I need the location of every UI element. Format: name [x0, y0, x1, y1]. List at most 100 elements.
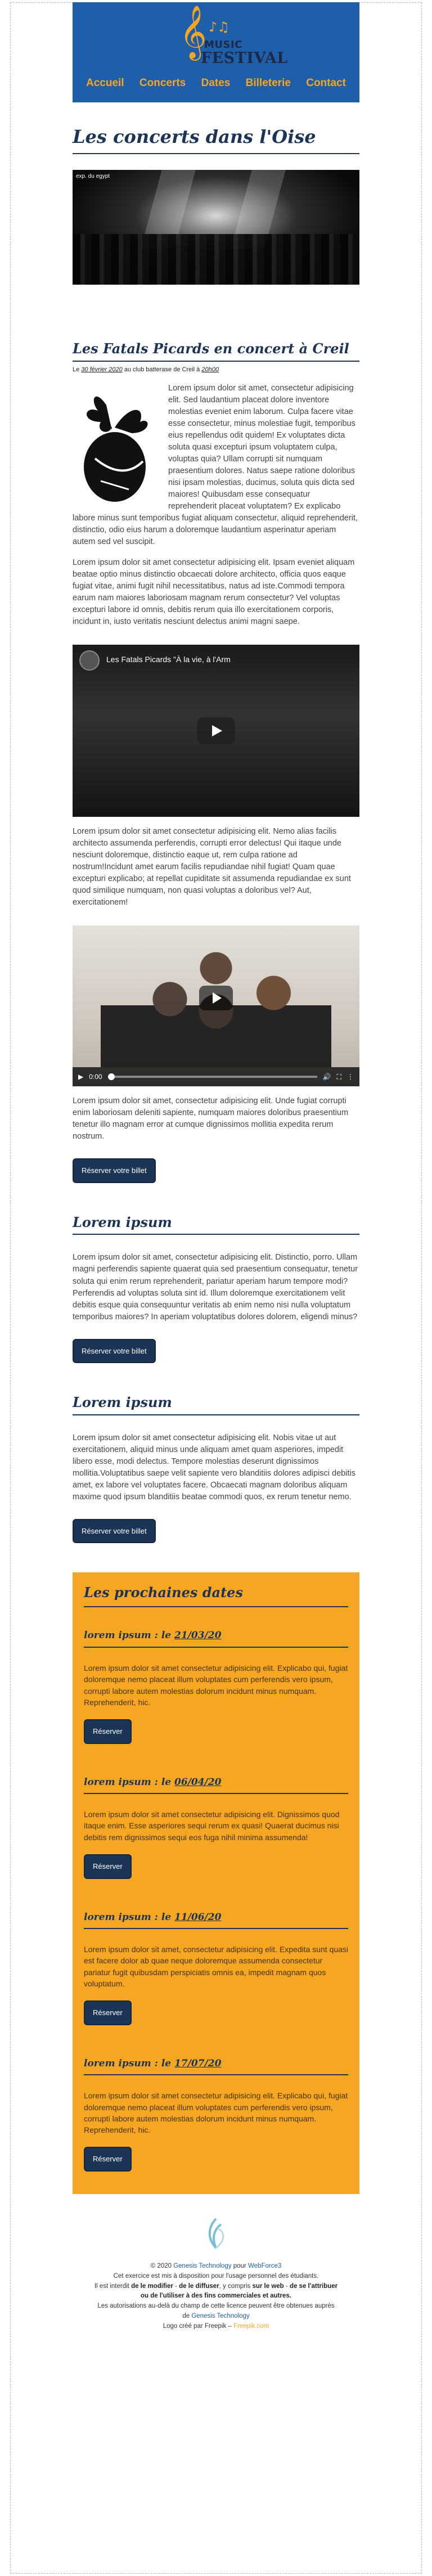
- nav-link-dates[interactable]: Dates: [201, 75, 231, 92]
- section-lorem-2: Lorem ipsum Lorem ipsum dolor sit amet c…: [73, 1394, 359, 1544]
- hero-caption: exp. du egypt: [76, 173, 110, 180]
- main-nav: Accueil Concerts Dates Billeterie Contac…: [73, 75, 359, 92]
- footer-text: de le modifier: [131, 2282, 173, 2290]
- date-heading: lorem ipsum : le 06/04/20: [84, 1775, 348, 1795]
- music-festival-logo[interactable]: 𝄞 ♪♫ MUSIC FESTIVAL: [179, 9, 287, 71]
- freepik-link[interactable]: Freepik.com: [233, 2323, 269, 2330]
- footer-copyright: © 2020 Genesis Technology pour WebForce3: [73, 2262, 359, 2272]
- footer-text: de: [182, 2312, 190, 2319]
- date-item: lorem ipsum : le 11/06/20 Lorem ipsum do…: [84, 1910, 348, 2025]
- date-item: lorem ipsum : le 21/03/20 Lorem ipsum do…: [84, 1629, 348, 1744]
- footer-year: © 2020: [150, 2262, 172, 2269]
- video-time: 0:00: [89, 1073, 102, 1081]
- footer-text: y compris: [223, 2282, 251, 2290]
- article-byline: Le 30 février 2020 au club batterase de …: [73, 365, 359, 375]
- logo-text-festival: FESTIVAL: [201, 50, 288, 67]
- footer-credit: Logo créé par Freepik – Freepik.com: [73, 2322, 359, 2332]
- footer-text: de se l'attribuer: [289, 2282, 338, 2290]
- date-description: Lorem ipsum dolor sit amet consectetur a…: [84, 1663, 348, 1707]
- byline-date: 30 février 2020: [81, 366, 123, 374]
- footer-line: ou de l'utiliser à des fins commerciales…: [73, 2291, 359, 2301]
- footer-restrictions: Il est interdit de le modifier - de le d…: [94, 2282, 338, 2290]
- article: Les Fatals Picards en concert à Creil Le…: [73, 341, 359, 1183]
- section-lorem-1: Lorem ipsum Lorem ipsum dolor sit amet, …: [73, 1214, 359, 1364]
- article-paragraph-3: Lorem ipsum dolor sit amet consectetur a…: [73, 827, 351, 907]
- footer-text: Il est interdit: [94, 2282, 129, 2290]
- byline-time: 20h00: [201, 366, 219, 374]
- reserve-button[interactable]: Réserver: [84, 1719, 132, 1744]
- date-heading: lorem ipsum : le 21/03/20: [84, 1629, 348, 1648]
- date-heading: lorem ipsum : le 11/06/20: [84, 1910, 348, 1930]
- section-text: Lorem ipsum dolor sit amet consectetur a…: [73, 1433, 356, 1501]
- footer-client-link[interactable]: WebForce3: [248, 2263, 281, 2269]
- youtube-video-player[interactable]: Les Fatals Picards "À la vie, à l'Arm: [73, 645, 359, 817]
- date-value: 11/06/20: [174, 1911, 222, 1923]
- section-title: Lorem ipsum: [73, 1214, 359, 1235]
- date-description: Lorem ipsum dolor sit amet, consectetur …: [84, 1945, 349, 1988]
- date-value: 21/03/20: [174, 1630, 222, 1642]
- nav-link-contact[interactable]: Contact: [306, 75, 346, 92]
- hero-concert-image: exp. du egypt: [73, 170, 359, 285]
- footer-line: Les autorisations au-delà du champ de ce…: [97, 2303, 335, 2310]
- article-intro: Lorem ipsum dolor sit amet, consectetur …: [73, 383, 359, 548]
- date-description: Lorem ipsum dolor sit amet consectetur a…: [84, 1810, 340, 1842]
- music-notes-icon: ♪♫: [209, 19, 230, 35]
- channel-avatar: [79, 650, 100, 671]
- video-controls: ▶ 0:00 🔊 ⛶ ⋮: [73, 1067, 359, 1087]
- reserve-button[interactable]: Réserver: [84, 1854, 132, 1879]
- volume-icon[interactable]: 🔊: [323, 1072, 331, 1082]
- article-paragraph-4: Lorem ipsum dolor sit amet, consectetur …: [73, 1096, 349, 1141]
- footer-line: Cet exercice est mis à disposition pour …: [113, 2272, 319, 2280]
- date-description: Lorem ipsum dolor sit amet consectetur a…: [84, 2091, 348, 2135]
- site-header: 𝄞 ♪♫ MUSIC FESTIVAL Accueil Concerts Dat…: [73, 2, 359, 102]
- footer-brand-link[interactable]: Genesis Technology: [191, 2313, 249, 2319]
- date-value: 06/04/20: [174, 1776, 222, 1788]
- date-label: lorem ipsum : le: [84, 2057, 172, 2069]
- date-label: lorem ipsum : le: [84, 1630, 172, 1642]
- nav-link-accueil[interactable]: Accueil: [86, 75, 124, 92]
- footer-brand-link[interactable]: Genesis Technology: [173, 2263, 231, 2269]
- article-title: Les Fatals Picards en concert à Creil: [73, 341, 359, 362]
- date-label: lorem ipsum : le: [84, 1776, 172, 1788]
- footer-text: sur le web: [252, 2282, 284, 2290]
- site-footer: © 2020 Genesis Technology pour WebForce3…: [73, 2217, 359, 2332]
- reserve-ticket-button[interactable]: Réserver votre billet: [73, 1338, 156, 1364]
- page-title: Les concerts dans l'Oise: [73, 126, 359, 155]
- reserve-ticket-button[interactable]: Réserver votre billet: [73, 1518, 156, 1544]
- section-title: Lorem ipsum: [73, 1394, 359, 1415]
- footer-text: ou de l'utiliser à des fins commerciales…: [141, 2292, 291, 2300]
- more-options-icon[interactable]: ⋮: [347, 1072, 354, 1082]
- html5-video-player[interactable]: ▶ 0:00 🔊 ⛶ ⋮: [73, 925, 359, 1087]
- play-icon[interactable]: [199, 985, 233, 1010]
- video-progress-bar[interactable]: [107, 1073, 317, 1081]
- video-title[interactable]: Les Fatals Picards "À la vie, à l'Arm: [106, 654, 231, 666]
- article-paragraph-2: Lorem ipsum dolor sit amet consectetur a…: [73, 558, 355, 626]
- byline-middle: au club batterase de Creil à: [124, 366, 200, 374]
- footer-text: pour: [233, 2262, 246, 2269]
- page-container: 𝄞 ♪♫ MUSIC FESTIVAL Accueil Concerts Dat…: [73, 0, 359, 2332]
- section-text: Lorem ipsum dolor sit amet, consectetur …: [73, 1253, 358, 1321]
- play-icon[interactable]: [197, 717, 235, 744]
- date-item: lorem ipsum : le 06/04/20 Lorem ipsum do…: [84, 1775, 348, 1879]
- reserve-ticket-button[interactable]: Réserver votre billet: [73, 1158, 156, 1183]
- reserve-button[interactable]: Réserver: [84, 2147, 132, 2172]
- footer-line: de Genesis Technology: [73, 2312, 359, 2322]
- nav-link-billeterie[interactable]: Billeterie: [246, 75, 291, 92]
- fullscreen-icon[interactable]: ⛶: [337, 1072, 341, 1082]
- date-label: lorem ipsum : le: [84, 1911, 172, 1923]
- reserve-button[interactable]: Réserver: [84, 2000, 132, 2025]
- date-item: lorem ipsum : le 17/07/20 Lorem ipsum do…: [84, 2057, 348, 2172]
- upcoming-dates-title: Les prochaines dates: [84, 1583, 348, 1608]
- nav-link-concerts[interactable]: Concerts: [140, 75, 186, 92]
- fatals-picards-logo-image: [73, 383, 157, 509]
- footer-text: Logo créé par Freepik –: [163, 2322, 232, 2330]
- progress-knob[interactable]: [107, 1073, 115, 1081]
- upcoming-dates-panel: Les prochaines dates lorem ipsum : le 21…: [73, 1572, 359, 2194]
- date-heading: lorem ipsum : le 17/07/20: [84, 2057, 348, 2076]
- crowd-silhouette: [73, 234, 359, 285]
- genesis-technology-logo-icon: [202, 2217, 230, 2253]
- byline-prefix: Le: [73, 366, 80, 374]
- date-value: 17/07/20: [174, 2057, 222, 2069]
- footer-text: de le diffuser: [179, 2282, 219, 2290]
- play-control-icon[interactable]: ▶: [78, 1072, 83, 1082]
